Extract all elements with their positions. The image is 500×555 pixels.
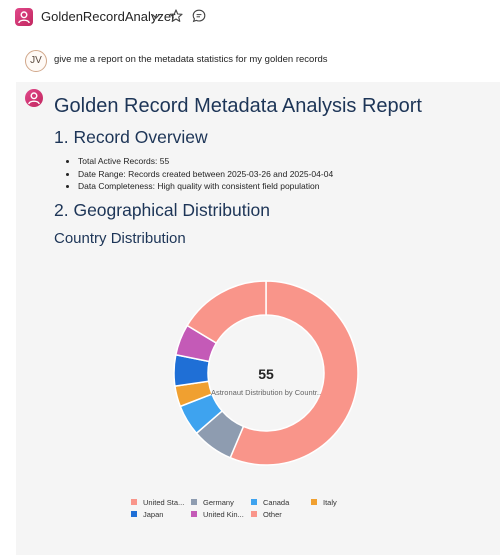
section-heading-geographical-distribution: 2. Geographical Distribution [54,200,270,220]
legend-swatch [191,511,197,517]
legend-item[interactable]: Italy [311,498,337,507]
legend-item[interactable]: United Kin... [191,510,244,519]
star-icon[interactable] [168,8,184,24]
legend-swatch [191,499,197,505]
assistant-response-panel: Golden Record Metadata Analysis Report 1… [16,82,500,555]
legend-label: Japan [143,510,164,519]
legend-label: Canada [263,498,290,507]
legend-item[interactable]: United Sta... [131,498,184,507]
legend-label: United Sta... [143,498,185,507]
list-item: Date Range: Records created between 2025… [78,168,333,181]
user-message-row: JV give me a report on the metadata stat… [0,48,500,76]
subsection-heading-country-distribution: Country Distribution [54,230,186,247]
legend-item[interactable]: Canada [251,498,289,507]
legend-swatch [251,511,257,517]
app-logo-icon [15,8,33,26]
assistant-avatar-icon [25,89,43,107]
user-avatar: JV [25,50,47,72]
legend-swatch [131,511,137,517]
legend-label: Other [263,510,282,519]
chart-center-value: 55 [258,366,274,382]
user-message-text: give me a report on the metadata statist… [54,54,328,65]
report-title: Golden Record Metadata Analysis Report [54,95,422,117]
section-heading-record-overview: 1. Record Overview [54,127,208,147]
list-item: Data Completeness: High quality with con… [78,180,333,193]
record-overview-list: Total Active Records: 55 Date Range: Rec… [68,155,333,193]
legend-swatch [311,499,317,505]
legend-label: Italy [323,498,337,507]
legend-swatch [251,499,257,505]
legend-swatch [131,499,137,505]
chevron-down-icon[interactable] [148,8,164,24]
legend-item[interactable]: Other [251,510,282,519]
chart-center-label: Astronaut Distribution by Countr.. [211,388,321,397]
legend-item[interactable]: Germany [191,498,234,507]
legend-label: Germany [203,498,234,507]
legend-item[interactable]: Japan [131,510,163,519]
list-item: Total Active Records: 55 [78,155,333,168]
app-header: GoldenRecordAnalyzer [0,0,500,34]
legend-label: United Kin... [203,510,244,519]
chat-bubble-icon[interactable] [191,8,207,24]
country-distribution-donut-chart: 55 Astronaut Distribution by Countr.. [173,280,359,466]
